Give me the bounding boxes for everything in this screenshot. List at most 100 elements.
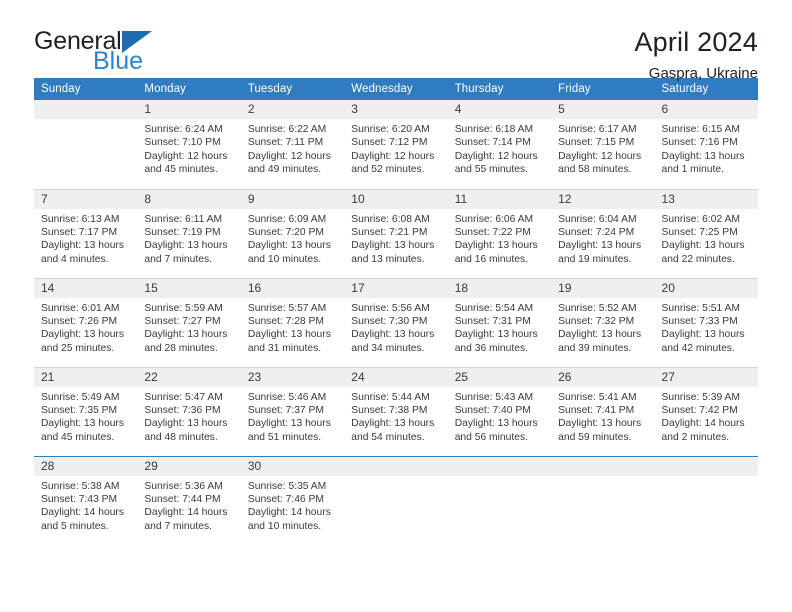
day-details: Sunrise: 5:57 AM Sunset: 7:28 PM Daylight:… (241, 298, 344, 356)
calendar-empty-cell (654, 455, 758, 545)
calendar-day-cell[interactable]: 4 Sunrise: 6:18 AM Sunset: 7:14 PM Daylight… (447, 100, 552, 189)
sunset-time: Sunset: 7:37 PM (247, 404, 324, 416)
calendar-day-cell[interactable]: 18 Sunrise: 5:54 AM Sunset: 7:31 PM Dayligh… (447, 277, 552, 367)
calendar-day-cell[interactable]: 30 Sunrise: 5:35 AM Sunset: 7:46 PM Dayligh… (240, 455, 345, 545)
calendar-day-cell[interactable]: 8 Sunrise: 6:11 AM Sunset: 7:19 PM Daylight… (137, 188, 241, 278)
weekday-header-thursday: Thursday (447, 78, 552, 100)
daylight-duration-line2: and 42 minutes. (661, 342, 735, 354)
calendar-day-cell[interactable]: 22 Sunrise: 5:47 AM Sunset: 7:36 PM Dayligh… (137, 366, 241, 456)
daylight-duration-line1: Daylight: 13 hours (558, 240, 642, 252)
daylight-duration-line1: Daylight: 13 hours (144, 418, 228, 430)
day-number (344, 456, 448, 476)
calendar-day-cell[interactable]: 1 Sunrise: 6:24 AM Sunset: 7:10 PM Daylight… (137, 100, 241, 189)
calendar-day-cell[interactable]: 20 Sunrise: 5:51 AM Sunset: 7:33 PM Dayligh… (654, 277, 758, 367)
daylight-duration-line2: and 10 minutes. (247, 520, 322, 532)
day-number: 2 (240, 100, 345, 119)
calendar-day-cell[interactable]: 15 Sunrise: 5:59 AM Sunset: 7:27 PM Dayligh… (137, 277, 241, 367)
day-details: Sunrise: 5:41 AM Sunset: 7:41 PM Daylight:… (551, 387, 654, 445)
calendar-day-cell[interactable]: 21 Sunrise: 5:49 AM Sunset: 7:35 PM Dayligh… (34, 366, 138, 456)
calendar-day-cell[interactable]: 14 Sunrise: 6:01 AM Sunset: 7:26 PM Dayligh… (34, 277, 138, 367)
sunrise-time: Sunrise: 5:47 AM (144, 391, 223, 403)
calendar-day-cell[interactable]: 23 Sunrise: 5:46 AM Sunset: 7:37 PM Dayligh… (240, 366, 345, 456)
sunset-time: Sunset: 7:35 PM (41, 404, 118, 416)
day-number: 29 (137, 456, 241, 476)
calendar-week-row: 21 Sunrise: 5:49 AM Sunset: 7:35 PM Dayligh… (34, 366, 758, 456)
day-number: 28 (34, 456, 138, 476)
day-details: Sunrise: 6:15 AM Sunset: 7:16 PM Daylight:… (655, 119, 758, 177)
day-number: 3 (344, 100, 448, 119)
day-number (34, 100, 138, 119)
day-details: Sunrise: 6:24 AM Sunset: 7:10 PM Daylight:… (137, 119, 240, 177)
calendar-day-cell[interactable]: 27 Sunrise: 5:39 AM Sunset: 7:42 PM Dayligh… (654, 366, 758, 456)
calendar-day-cell[interactable]: 17 Sunrise: 5:56 AM Sunset: 7:30 PM Dayligh… (344, 277, 448, 367)
location-subtitle: Gaspra, Ukraine (648, 65, 758, 82)
calendar-day-cell[interactable]: 25 Sunrise: 5:43 AM Sunset: 7:40 PM Dayligh… (447, 366, 552, 456)
calendar-day-cell[interactable]: 11 Sunrise: 6:06 AM Sunset: 7:22 PM Dayligh… (447, 188, 552, 278)
calendar-day-cell[interactable]: 26 Sunrise: 5:41 AM Sunset: 7:41 PM Dayligh… (551, 366, 655, 456)
daylight-duration-line1: Daylight: 13 hours (661, 329, 745, 341)
calendar-empty-cell (447, 455, 552, 545)
day-number: 25 (447, 367, 552, 387)
calendar-day-cell[interactable]: 16 Sunrise: 5:57 AM Sunset: 7:28 PM Dayligh… (240, 277, 345, 367)
day-number: 21 (34, 367, 138, 387)
day-details: Sunrise: 5:51 AM Sunset: 7:33 PM Daylight:… (655, 298, 758, 356)
day-number: 10 (344, 189, 448, 209)
calendar-day-cell[interactable]: 24 Sunrise: 5:44 AM Sunset: 7:38 PM Dayligh… (344, 366, 448, 456)
day-number: 27 (654, 367, 758, 387)
day-details: Sunrise: 6:08 AM Sunset: 7:21 PM Daylight:… (344, 209, 447, 267)
day-number: 11 (447, 189, 552, 209)
day-details: Sunrise: 5:39 AM Sunset: 7:42 PM Daylight:… (655, 387, 758, 445)
calendar-day-cell[interactable]: 10 Sunrise: 6:08 AM Sunset: 7:21 PM Dayligh… (344, 188, 448, 278)
calendar-empty-cell (551, 455, 655, 545)
day-details: Sunrise: 6:01 AM Sunset: 7:26 PM Daylight:… (34, 298, 137, 356)
day-details: Sunrise: 6:13 AM Sunset: 7:17 PM Daylight:… (34, 209, 137, 267)
sunrise-time: Sunrise: 5:59 AM (144, 302, 223, 314)
calendar-day-cell[interactable]: 13 Sunrise: 6:02 AM Sunset: 7:25 PM Dayligh… (654, 188, 758, 278)
calendar-day-cell[interactable]: 5 Sunrise: 6:17 AM Sunset: 7:15 PM Daylight… (551, 100, 655, 189)
daylight-duration-line2: and 16 minutes. (454, 253, 528, 265)
sunset-time: Sunset: 7:19 PM (144, 226, 221, 238)
daylight-duration-line1: Daylight: 14 hours (661, 418, 745, 430)
calendar-day-cell[interactable]: 7 Sunrise: 6:13 AM Sunset: 7:17 PM Daylight… (34, 188, 138, 278)
daylight-duration-line1: Daylight: 13 hours (661, 240, 745, 252)
daylight-duration-line2: and 54 minutes. (351, 431, 425, 443)
sunrise-time: Sunrise: 5:39 AM (661, 391, 740, 403)
calendar-day-cell[interactable]: 19 Sunrise: 5:52 AM Sunset: 7:32 PM Dayligh… (551, 277, 655, 367)
daylight-duration-line1: Daylight: 13 hours (41, 329, 124, 341)
sunset-time: Sunset: 7:14 PM (454, 137, 531, 149)
weekday-header-monday: Monday (137, 78, 241, 100)
daylight-duration-line1: Daylight: 12 hours (247, 150, 331, 162)
daylight-duration-line1: Daylight: 13 hours (144, 240, 228, 252)
calendar-day-cell[interactable]: 9 Sunrise: 6:09 AM Sunset: 7:20 PM Daylight… (240, 188, 345, 278)
calendar-day-cell[interactable]: 2 Sunrise: 6:22 AM Sunset: 7:11 PM Daylight… (240, 100, 345, 189)
daylight-duration-line2: and 56 minutes. (454, 431, 528, 443)
calendar-day-cell[interactable]: 3 Sunrise: 6:20 AM Sunset: 7:12 PM Daylight… (344, 100, 448, 189)
calendar-day-cell[interactable]: 12 Sunrise: 6:04 AM Sunset: 7:24 PM Dayligh… (551, 188, 655, 278)
sunset-time: Sunset: 7:31 PM (454, 315, 531, 327)
daylight-duration-line2: and 55 minutes. (454, 164, 528, 176)
sunset-time: Sunset: 7:24 PM (558, 226, 635, 238)
sunset-time: Sunset: 7:41 PM (558, 404, 635, 416)
day-number: 5 (551, 100, 655, 119)
daylight-duration-line2: and 39 minutes. (558, 342, 632, 354)
sunrise-time: Sunrise: 5:56 AM (351, 302, 430, 314)
calendar-day-cell[interactable]: 6 Sunrise: 6:15 AM Sunset: 7:16 PM Daylight… (654, 100, 758, 189)
daylight-duration-line2: and 48 minutes. (144, 431, 218, 443)
calendar-day-cell[interactable]: 28 Sunrise: 5:38 AM Sunset: 7:43 PM Dayligh… (34, 455, 138, 545)
daylight-duration-line2: and 2 minutes. (661, 431, 730, 443)
day-number: 20 (654, 278, 758, 298)
day-number: 8 (137, 189, 241, 209)
daylight-duration-line1: Daylight: 13 hours (247, 240, 331, 252)
brand-name-blue: Blue (93, 47, 144, 75)
sunrise-time: Sunrise: 6:13 AM (41, 213, 120, 225)
page-header: General Blue April 2024 Gaspra, Ukraine (34, 0, 758, 82)
calendar-day-cell[interactable]: 29 Sunrise: 5:36 AM Sunset: 7:44 PM Dayligh… (137, 455, 241, 545)
title-block: April 2024 Gaspra, Ukraine (634, 26, 758, 85)
day-details: Sunrise: 5:56 AM Sunset: 7:30 PM Daylight:… (344, 298, 447, 356)
calendar-week-row: 14 Sunrise: 6:01 AM Sunset: 7:26 PM Dayligh… (34, 277, 758, 367)
day-number: 13 (654, 189, 758, 209)
sunset-time: Sunset: 7:40 PM (454, 404, 531, 416)
sunset-time: Sunset: 7:10 PM (144, 137, 221, 149)
sunrise-time: Sunrise: 6:04 AM (558, 213, 637, 225)
daylight-duration-line1: Daylight: 12 hours (351, 150, 435, 162)
